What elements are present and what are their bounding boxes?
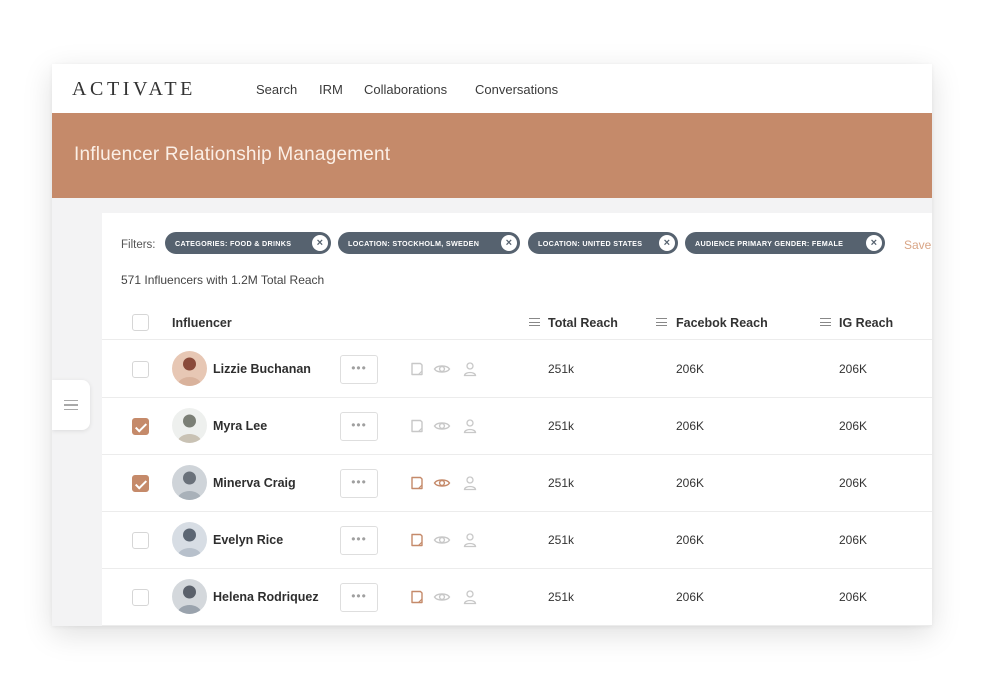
column-menu-icon[interactable] [820, 318, 831, 327]
sidebar-toggle-button[interactable] [52, 380, 90, 430]
filter-chip-label: AUDIENCE PRIMARY GENDER: FEMALE [695, 238, 844, 248]
column-header-total-reach[interactable]: Total Reach [548, 316, 618, 330]
cell-ig-reach: 206K [839, 533, 868, 547]
column-menu-icon[interactable] [529, 318, 540, 327]
influencer-name-lizzie-buchanan[interactable]: Lizzie Buchanan [213, 362, 311, 376]
cell-ig-reach: 206K [839, 419, 868, 433]
more-options-button[interactable]: ••• [340, 412, 378, 441]
filter-chip-label: LOCATION: STOCKHOLM, SWEDEN [348, 238, 480, 248]
filter-chip-categories[interactable]: CATEGORIES: FOOD & DRINKS × [165, 232, 331, 254]
results-summary: 571 Influencers with 1.2M Total Reach [121, 273, 325, 287]
table-row[interactable]: Evelyn Rice ••• 251k 206K 206K [102, 512, 932, 569]
column-header-ig-reach[interactable]: IG Reach [839, 316, 893, 330]
results-panel: Filters: CATEGORIES: FOOD & DRINKS × LOC… [102, 213, 932, 626]
influencer-name-evelyn-rice[interactable]: Evelyn Rice [213, 533, 283, 547]
row-checkbox[interactable] [132, 475, 149, 492]
influencer-name-helena-rodriquez[interactable]: Helena Rodriquez [213, 590, 319, 604]
influencer-name-myra-lee[interactable]: Myra Lee [213, 419, 267, 433]
nav-link-search[interactable]: Search [256, 82, 297, 97]
nav-link-collaborations[interactable]: Collaborations [364, 82, 447, 97]
table-row[interactable]: Helena Rodriquez ••• 251k 206K 206K [102, 569, 932, 626]
note-icon[interactable] [409, 361, 427, 377]
nav-link-irm[interactable]: IRM [319, 82, 343, 97]
more-options-button[interactable]: ••• [340, 355, 378, 384]
note-icon[interactable] [409, 589, 427, 605]
top-navigation: ACTIVATE Search IRM Collaborations Conve… [52, 64, 932, 113]
cell-total-reach: 251k [548, 476, 575, 490]
cell-facebook-reach: 206K [676, 419, 705, 433]
note-icon[interactable] [409, 532, 427, 548]
cell-ig-reach: 206K [839, 362, 868, 376]
table-row[interactable]: Lizzie Buchanan ••• 251k 206K 206K [102, 341, 932, 398]
cell-total-reach: 251k [548, 419, 575, 433]
cell-facebook-reach: 206K [676, 476, 705, 490]
cell-facebook-reach: 206K [676, 590, 705, 604]
save-filters-link[interactable]: Save [904, 238, 931, 252]
influencer-name-minerva-craig[interactable]: Minerva Craig [213, 476, 296, 490]
cell-ig-reach: 206K [839, 476, 868, 490]
close-icon[interactable]: × [312, 235, 328, 251]
app-window: ACTIVATE Search IRM Collaborations Conve… [52, 64, 932, 626]
more-options-button[interactable]: ••• [340, 526, 378, 555]
filter-chip-label: CATEGORIES: FOOD & DRINKS [175, 238, 292, 248]
cell-facebook-reach: 206K [676, 362, 705, 376]
avatar[interactable] [172, 351, 207, 386]
note-icon[interactable] [409, 475, 427, 491]
eye-icon[interactable] [433, 589, 451, 605]
logo: ACTIVATE [72, 78, 196, 100]
close-icon[interactable]: × [659, 235, 675, 251]
page-title: Influencer Relationship Management [74, 144, 391, 165]
user-icon[interactable] [462, 418, 480, 434]
user-icon[interactable] [462, 532, 480, 548]
cell-ig-reach: 206K [839, 590, 868, 604]
close-icon[interactable]: × [866, 235, 882, 251]
row-checkbox[interactable] [132, 361, 149, 378]
row-checkbox[interactable] [132, 532, 149, 549]
user-icon[interactable] [462, 361, 480, 377]
more-options-button[interactable]: ••• [340, 469, 378, 498]
close-icon[interactable]: × [501, 235, 517, 251]
page-banner: Influencer Relationship Management [52, 113, 932, 198]
avatar[interactable] [172, 408, 207, 443]
row-checkbox[interactable] [132, 418, 149, 435]
cell-total-reach: 251k [548, 533, 575, 547]
eye-icon[interactable] [433, 361, 451, 377]
filter-chip-audience-gender[interactable]: AUDIENCE PRIMARY GENDER: FEMALE × [685, 232, 885, 254]
menu-icon [64, 399, 78, 411]
column-header-influencer[interactable]: Influencer [172, 316, 232, 330]
column-header-facebook-reach[interactable]: Facebok Reach [676, 316, 768, 330]
user-icon[interactable] [462, 589, 480, 605]
more-options-button[interactable]: ••• [340, 583, 378, 612]
note-icon[interactable] [409, 418, 427, 434]
eye-icon[interactable] [433, 418, 451, 434]
row-checkbox[interactable] [132, 589, 149, 606]
avatar[interactable] [172, 465, 207, 500]
cell-facebook-reach: 206K [676, 533, 705, 547]
filter-chip-location-us[interactable]: LOCATION: UNITED STATES × [528, 232, 678, 254]
eye-icon[interactable] [433, 475, 451, 491]
avatar[interactable] [172, 579, 207, 614]
eye-icon[interactable] [433, 532, 451, 548]
filter-chip-location-stockholm[interactable]: LOCATION: STOCKHOLM, SWEDEN × [338, 232, 520, 254]
nav-link-conversations[interactable]: Conversations [475, 82, 558, 97]
cell-total-reach: 251k [548, 590, 575, 604]
filters-label: Filters: [121, 239, 156, 251]
table-row[interactable]: Minerva Craig ••• 251k 206K 206K [102, 455, 932, 512]
user-icon[interactable] [462, 475, 480, 491]
filter-chip-label: LOCATION: UNITED STATES [538, 238, 643, 248]
avatar[interactable] [172, 522, 207, 557]
select-all-checkbox[interactable] [132, 314, 149, 331]
table-header: Influencer Total Reach Facebok Reach IG … [102, 306, 932, 340]
table-row[interactable]: Myra Lee ••• 251k 206K 206K [102, 398, 932, 455]
column-menu-icon[interactable] [656, 318, 667, 327]
cell-total-reach: 251k [548, 362, 575, 376]
